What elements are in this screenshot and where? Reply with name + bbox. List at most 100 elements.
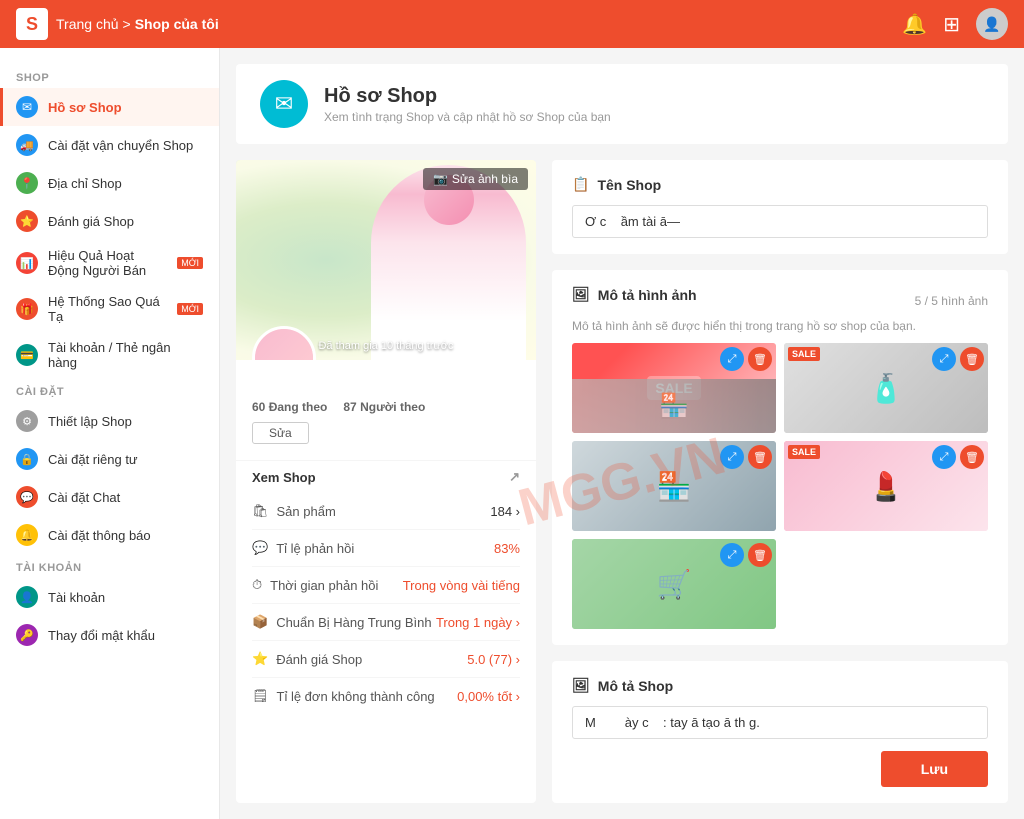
gallery-header: 🖼 Mô tả hình ảnh 5 / 5 hình ảnh: [572, 286, 988, 315]
hieu-qua-label: Hiệu Quả Hoạt Động Người Bán: [48, 248, 163, 278]
don-khong-icon: 🗒: [252, 688, 269, 704]
image-1-actions: ⤢ 🗑: [720, 347, 772, 371]
mo-ta-hinh-anh-title: 🖼 Mô tả hình ảnh: [572, 286, 697, 303]
image-3-expand[interactable]: ⤢: [720, 445, 744, 469]
stat-san-pham: 🛍Sản phẩm 184 ›: [252, 493, 520, 530]
mo-ta-shop-section: 🖼 Mô tả Shop Lưu: [552, 661, 1008, 803]
sidebar-item-thiet-lap[interactable]: ⚙ Thiết lập Shop: [0, 402, 219, 440]
chuan-bi-value: Trong 1 ngày ›: [436, 615, 520, 630]
right-panel: 📋 Tên Shop 🖼 Mô tả hình ảnh 5 / 5 hình ả…: [552, 160, 1008, 803]
section-shop-label: SHOP: [0, 64, 219, 88]
thoi-gian-label: Thời gian phản hồi: [270, 578, 378, 593]
stat-ti-le-phan-hoi: 💬Tỉ lệ phản hồi 83%: [252, 530, 520, 567]
sidebar-item-rieng-tu[interactable]: 🔒 Cài đặt riêng tư: [0, 440, 219, 478]
ten-shop-title: 📋 Tên Shop: [572, 176, 988, 193]
edit-shop-button[interactable]: Sửa: [252, 422, 309, 444]
image-5-expand[interactable]: ⤢: [720, 543, 744, 567]
rieng-tu-icon: 🔒: [16, 448, 38, 470]
image-thumb-2: 🧴 SALE ⤢ 🗑: [784, 343, 988, 433]
page-header: ✉ Hồ sơ Shop Xem tình trạng Shop và cập …: [236, 64, 1008, 144]
danh-gia-stat-icon: ⭐: [252, 651, 268, 667]
shop-follow: 60 Đang theo 87 Người theo: [252, 400, 520, 414]
don-khong-value: 0,00% tốt ›: [457, 689, 520, 704]
chuan-bi-icon: 📦: [252, 614, 268, 630]
image-5-delete[interactable]: 🗑: [748, 543, 772, 567]
shop-info: 60 Đang theo 87 Người theo Sửa: [236, 360, 536, 460]
view-shop-icon: ↗: [509, 469, 520, 485]
chuan-bi-label: Chuẩn Bị Hàng Trung Bình: [276, 615, 431, 630]
sidebar-item-hieu-qua[interactable]: 📊 Hiệu Quả Hoạt Động Người Bán MỚI: [0, 240, 219, 286]
he-thong-sao-icon: 🎁: [16, 298, 38, 320]
sidebar-item-chat[interactable]: 💬 Cài đặt Chat: [0, 478, 219, 516]
hieu-qua-badge: MỚI: [177, 257, 203, 269]
thiet-lap-label: Thiết lập Shop: [48, 414, 132, 429]
he-thong-sao-label: Hệ Thống Sao Quá Tạ: [48, 294, 163, 324]
mo-ta-shop-input[interactable]: [572, 706, 988, 739]
san-pham-label: Sản phẩm: [277, 504, 336, 519]
sidebar-item-ho-so-shop[interactable]: ✉ Hồ sơ Shop: [0, 88, 219, 126]
image-grid: SALE 🏪 ⤢ 🗑: [572, 343, 988, 629]
stat-thoi-gian: ⏱ Thời gian phản hồi Trong vòng vài tiếng: [252, 567, 520, 604]
thoi-gian-value: Trong vòng vài tiếng: [403, 578, 520, 593]
sidebar-item-mat-khau[interactable]: 🔑 Thay đổi mật khẩu: [0, 616, 219, 654]
image-2-expand[interactable]: ⤢: [932, 347, 956, 371]
stat-danh-gia: ⭐Đánh giá Shop 5.0 (77) ›: [252, 641, 520, 678]
sidebar-item-van-chuyen[interactable]: 🚚 Cài đặt vận chuyển Shop: [0, 126, 219, 164]
mo-ta-shop-label: Mô tả Shop: [598, 678, 673, 694]
shop-avatar: [252, 326, 316, 360]
ten-shop-icon: 📋: [572, 176, 589, 193]
page-title: Hồ sơ Shop: [324, 85, 611, 108]
chat-label: Cài đặt Chat: [48, 490, 120, 505]
sidebar-item-dia-chi[interactable]: 📍 Địa chỉ Shop: [0, 164, 219, 202]
page-header-icon: ✉: [260, 80, 308, 128]
section-settings-label: CÀI ĐẶT: [0, 378, 219, 402]
image-4-expand[interactable]: ⤢: [932, 445, 956, 469]
thoi-gian-icon: ⏱: [252, 577, 262, 593]
nav-icons: 🔔 ⊞ 👤: [902, 8, 1008, 40]
top-navbar: S Trang chủ > Shop của tôi 🔔 ⊞ 👤: [0, 0, 1024, 48]
joined-text: Đã tham gia 10 tháng trước: [318, 340, 453, 352]
san-pham-icon: 🛍: [252, 503, 269, 519]
thong-bao-icon: 🔔: [16, 524, 38, 546]
danh-gia-icon: ⭐: [16, 210, 38, 232]
mo-ta-shop-icon: 🖼: [572, 677, 590, 694]
sidebar-item-he-thong-sao[interactable]: 🎁 Hệ Thống Sao Quá Tạ MỚI: [0, 286, 219, 332]
image-1-delete[interactable]: 🗑: [748, 347, 772, 371]
phan-hoi-icon: 💬: [252, 540, 268, 556]
shop-banner: 📷 Sửa ảnh bìa Đã tham gia 10 tháng trước: [236, 160, 536, 360]
view-shop-bar[interactable]: Xem Shop ↗: [236, 460, 536, 493]
breadcrumb-current: Shop của tôi: [135, 16, 219, 32]
dia-chi-label: Địa chỉ Shop: [48, 176, 122, 191]
chat-icon: 💬: [16, 486, 38, 508]
image-3-actions: ⤢ 🗑: [720, 445, 772, 469]
page-header-text: Hồ sơ Shop Xem tình trạng Shop và cập nh…: [324, 85, 611, 124]
image-2-delete[interactable]: 🗑: [960, 347, 984, 371]
image-2-actions: ⤢ 🗑: [932, 347, 984, 371]
ho-so-shop-icon: ✉: [16, 96, 38, 118]
image-4-delete[interactable]: 🗑: [960, 445, 984, 469]
grid-icon[interactable]: ⊞: [943, 12, 960, 37]
thong-bao-label: Cài đặt thông báo: [48, 528, 151, 543]
image-3-delete[interactable]: 🗑: [748, 445, 772, 469]
view-shop-label: Xem Shop: [252, 470, 316, 485]
shop-avatar-area: [252, 326, 316, 360]
edit-banner-button[interactable]: 📷 Sửa ảnh bìa: [423, 168, 528, 190]
sidebar: SHOP ✉ Hồ sơ Shop 🚚 Cài đặt vận chuyển S…: [0, 48, 220, 819]
image-1-expand[interactable]: ⤢: [720, 347, 744, 371]
save-button[interactable]: Lưu: [881, 751, 988, 787]
hieu-qua-icon: 📊: [16, 252, 38, 274]
breadcrumb-home[interactable]: Trang chủ: [56, 16, 119, 32]
sidebar-item-ngan-hang[interactable]: 💳 Tài khoản / Thẻ ngân hàng: [0, 332, 219, 378]
ho-so-shop-label: Hồ sơ Shop: [48, 100, 122, 115]
avatar[interactable]: 👤: [976, 8, 1008, 40]
tai-khoan-icon: 👤: [16, 586, 38, 608]
sidebar-item-danh-gia[interactable]: ⭐ Đánh giá Shop: [0, 202, 219, 240]
bell-icon[interactable]: 🔔: [902, 12, 927, 37]
tai-khoan-label: Tài khoản: [48, 590, 105, 605]
mo-ta-hinh-anh-section: 🖼 Mô tả hình ảnh 5 / 5 hình ảnh Mô tả hì…: [552, 270, 1008, 645]
sidebar-item-thong-bao[interactable]: 🔔 Cài đặt thông báo: [0, 516, 219, 554]
ten-shop-input[interactable]: [572, 205, 988, 238]
sidebar-item-tai-khoan[interactable]: 👤 Tài khoản: [0, 578, 219, 616]
he-thong-sao-badge: MỚI: [177, 303, 203, 315]
image-thumb-1: SALE 🏪 ⤢ 🗑: [572, 343, 776, 433]
